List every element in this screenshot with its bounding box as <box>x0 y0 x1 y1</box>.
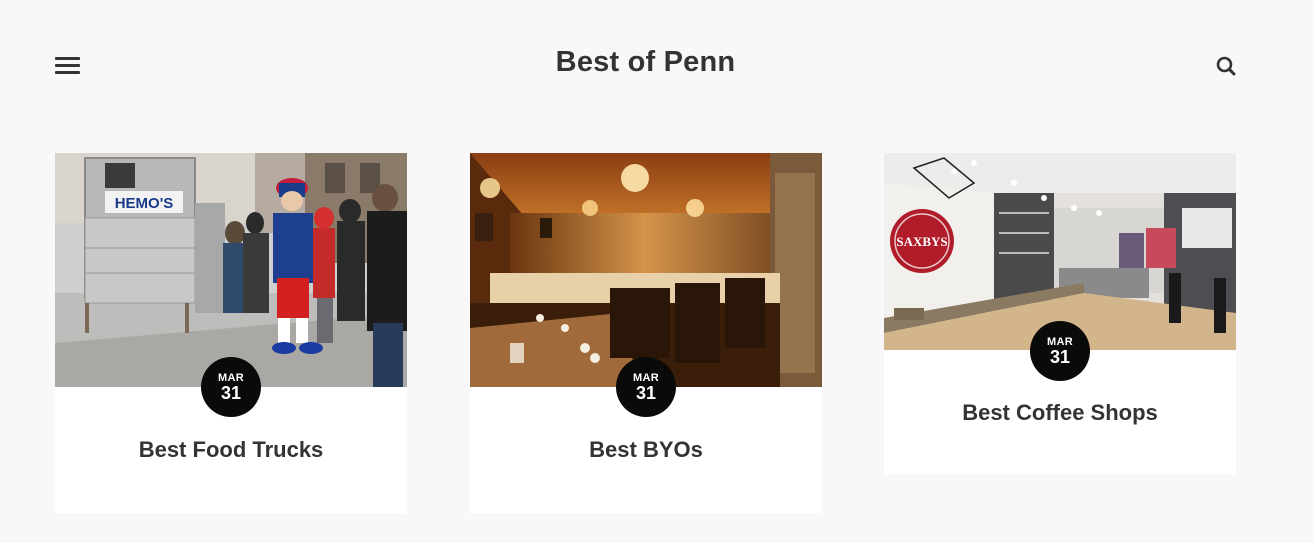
date-badge: MAR 31 <box>1030 321 1090 381</box>
truck-sign-text: HEMO'S <box>115 195 174 212</box>
card-title[interactable]: Best BYOs <box>470 437 822 463</box>
date-day: 31 <box>1049 347 1071 367</box>
date-badge: MAR 31 <box>616 357 676 417</box>
date-day: 31 <box>635 383 657 403</box>
restaurant-photo[interactable] <box>470 153 822 387</box>
site-header: Best of Penn <box>0 0 1313 130</box>
date-day: 31 <box>220 383 242 403</box>
saxbys-sign-text: SAXBYS <box>896 234 947 249</box>
article-card-coffee-shops[interactable]: SAXBYS MAR 31 Best Coffee Shops <box>884 153 1236 474</box>
card-title[interactable]: Best Coffee Shops <box>884 400 1236 426</box>
search-icon[interactable] <box>1214 54 1238 78</box>
site-title[interactable]: Best of Penn <box>0 46 1291 79</box>
food-truck-photo[interactable]: HEMO'S <box>55 153 407 387</box>
article-card-food-trucks[interactable]: HEMO'S MAR 31 Best Food Trucks <box>55 153 407 513</box>
date-badge: MAR 31 <box>201 357 261 417</box>
card-title[interactable]: Best Food Trucks <box>55 437 407 463</box>
article-card-byos[interactable]: MAR 31 Best BYOs <box>470 153 822 513</box>
